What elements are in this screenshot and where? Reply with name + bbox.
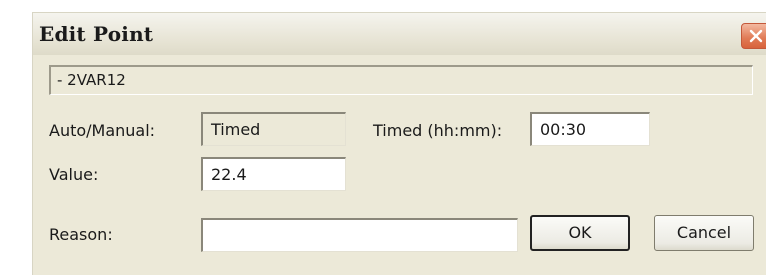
- close-icon: [749, 29, 763, 43]
- value-field[interactable]: 22.4: [201, 157, 346, 191]
- auto-manual-field[interactable]: Timed: [201, 112, 346, 146]
- point-name: - 2VAR12: [57, 71, 126, 89]
- close-button[interactable]: [741, 23, 766, 49]
- edit-point-dialog: Edit Point - 2VAR12 Auto/Manual: Timed T…: [32, 12, 766, 275]
- cancel-button[interactable]: Cancel: [654, 215, 754, 251]
- reason-field[interactable]: [201, 218, 518, 252]
- point-name-display: - 2VAR12: [49, 65, 753, 95]
- title-bar[interactable]: Edit Point: [33, 13, 766, 55]
- timed-field[interactable]: 00:30: [530, 112, 650, 146]
- value-label: Value:: [49, 165, 99, 184]
- ok-button[interactable]: OK: [530, 215, 630, 251]
- timed-label: Timed (hh:mm):: [373, 121, 503, 140]
- reason-label: Reason:: [49, 225, 113, 244]
- auto-manual-label: Auto/Manual:: [49, 121, 156, 140]
- dialog-title: Edit Point: [39, 22, 154, 46]
